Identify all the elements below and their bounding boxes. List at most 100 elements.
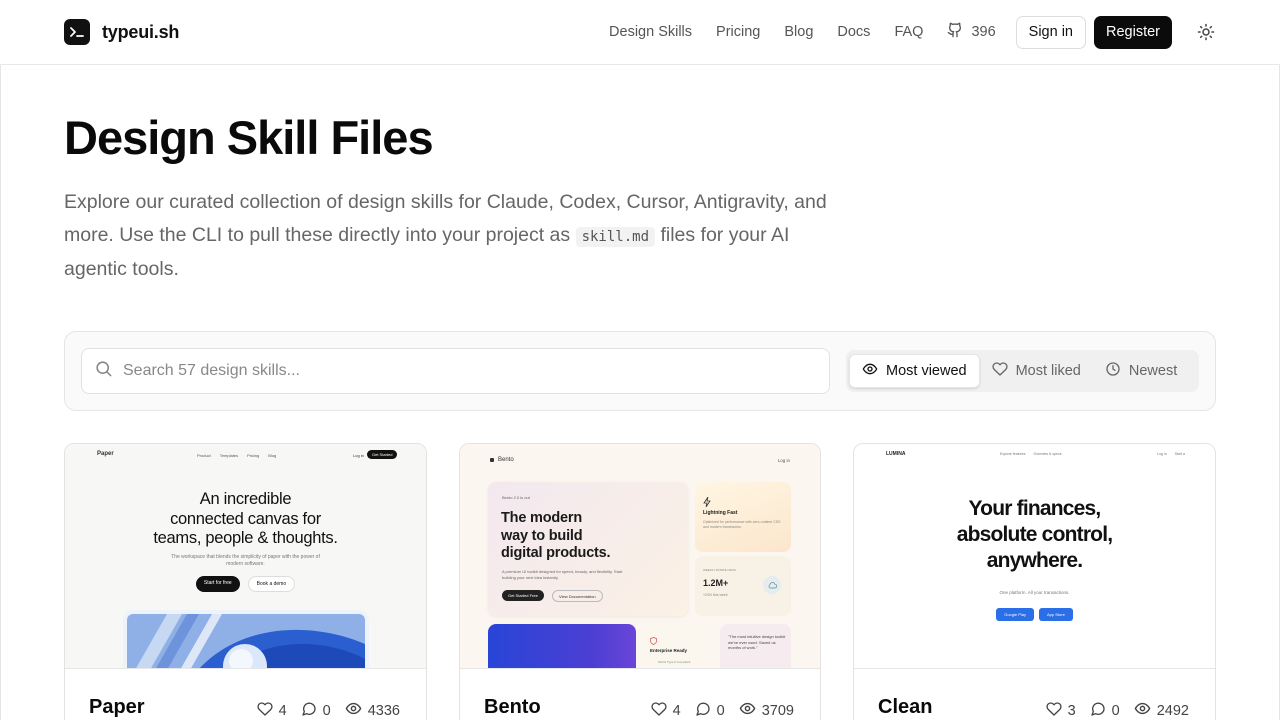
preview-subtext: One platform. All your transactions. (999, 590, 1070, 595)
heart-icon (991, 361, 1008, 381)
preview-store-button: App Store (1039, 608, 1073, 621)
preview-headline-line: connected canvas for (170, 509, 321, 528)
heart-icon (650, 701, 667, 720)
eye-icon (862, 361, 878, 381)
sort-label: Most liked (1015, 363, 1081, 379)
card-preview-image: LUMINA Explore features Overview & specs… (854, 444, 1215, 669)
search-input[interactable] (123, 362, 803, 380)
card-title: Clean (878, 696, 933, 718)
preview-link: Explore features (1000, 452, 1026, 456)
preview-headline-line: absolute control, (956, 523, 1113, 546)
search-icon (94, 359, 113, 383)
sort-toggle-group: Most viewed Most liked Newest (846, 350, 1199, 392)
card-preview-image: Paper Product Templates Pricing Blog Log… (65, 444, 426, 669)
comments-count: 0 (1111, 702, 1120, 719)
preview-link: Product (197, 453, 211, 458)
nav-docs[interactable]: Docs (837, 24, 870, 40)
sort-most-viewed[interactable]: Most viewed (849, 354, 980, 388)
sort-label: Most viewed (886, 363, 967, 379)
preview-tag: Bento 2.0 is out (502, 495, 530, 500)
preview-headline: Your finances, absolute control, anywher… (854, 496, 1215, 574)
preview-logo-text: Bento (498, 457, 514, 463)
sign-in-button[interactable]: Sign in (1015, 15, 1086, 49)
preview-headline: An incredible connected canvas for teams… (65, 490, 426, 549)
preview-link: Templates (219, 453, 239, 458)
search-box[interactable] (81, 348, 830, 394)
preview-button-primary: Start for free (195, 576, 240, 592)
preview-buttons: Start for free Book a demo (65, 576, 426, 592)
preview-login: Log in (777, 458, 790, 463)
page-title: Design Skill Files (64, 111, 434, 164)
preview-right-links: Log in Start a (1157, 452, 1185, 456)
preview-headline-line: Your finances, (968, 497, 1102, 520)
logo-link[interactable]: typeui.sh (64, 19, 179, 45)
preview-nav: Paper Product Templates Pricing Blog Log… (65, 444, 426, 468)
card-footer: Clean 3 0 2492 (854, 670, 1215, 720)
inline-code: skill.md (575, 226, 656, 247)
cloud-icon (763, 576, 781, 594)
likes-stat[interactable]: 4 (650, 701, 681, 720)
sort-most-liked[interactable]: Most liked (980, 354, 1093, 388)
comments-stat: 0 (301, 701, 331, 720)
comments-count: 0 (716, 702, 725, 719)
site-header: typeui.sh Design Skills Pricing Blog Doc… (0, 0, 1280, 65)
preview-subtext: The workspace that blends the simplicity… (65, 554, 426, 568)
preview-feature-text: Optimized for performance with zero-runt… (703, 520, 781, 529)
comments-stat: 0 (1090, 701, 1120, 720)
filter-bar: Most viewed Most liked Newest (64, 331, 1216, 411)
skill-card-bento[interactable]: Bento Log in Bento 2.0 is out The modern… (459, 443, 821, 720)
preview-link: Overview & specs (1033, 452, 1062, 456)
preview-subtext: A premium UI toolkit designed for speed,… (502, 569, 623, 580)
preview-subtext-line: The workspace that blends the simplicity… (171, 554, 320, 560)
sort-label: Newest (1128, 363, 1178, 379)
nav-faq[interactable]: FAQ (894, 24, 923, 40)
preview-link: Pricing (247, 453, 260, 458)
preview-login: Log in (353, 453, 364, 458)
preview-stat-card: WEEKLY DOWNLOADS 1.2M+ +24% this week (695, 556, 791, 616)
nav-design-skills[interactable]: Design Skills (609, 24, 692, 40)
comments-count: 0 (322, 702, 331, 719)
sort-newest[interactable]: Newest (1093, 354, 1189, 388)
github-icon (947, 22, 963, 42)
heart-icon (1045, 701, 1062, 720)
preview-logo: LUMINA (886, 451, 906, 457)
clock-icon (1105, 361, 1121, 381)
nav-pricing[interactable]: Pricing (716, 24, 760, 40)
sun-icon[interactable] (1196, 22, 1216, 42)
preview-hero-card: Bento 2.0 is out The modern way to build… (488, 482, 688, 616)
preview-blue-card (488, 624, 636, 668)
preview-artwork (127, 614, 365, 668)
page-description: Explore our curated collection of design… (64, 186, 854, 286)
logo-text: typeui.sh (102, 21, 180, 42)
heart-icon (256, 701, 273, 720)
skill-card-paper[interactable]: Paper Product Templates Pricing Blog Log… (64, 443, 427, 720)
github-link[interactable]: 396 (947, 22, 996, 42)
bento-dot-icon (490, 458, 494, 462)
preview-logo: Paper (97, 451, 114, 457)
preview-headline-line: teams, people & thoughts. (153, 529, 338, 547)
skill-card-clean[interactable]: LUMINA Explore features Overview & specs… (853, 443, 1216, 720)
preview-headline-line: The modern (501, 510, 582, 526)
card-footer: Bento 4 0 3709 (460, 670, 820, 720)
views-count: 4336 (367, 702, 400, 719)
preview-links: Product Templates Pricing Blog (197, 453, 276, 458)
preview-buttons: Google Play App Store (854, 608, 1215, 621)
github-stars-count: 396 (971, 24, 996, 40)
preview-headline-line: digital products. (501, 545, 611, 561)
preview-quote-text: "The most intuitive design toolkit we've… (728, 634, 786, 650)
likes-count: 4 (278, 702, 287, 719)
likes-stat[interactable]: 4 (256, 701, 287, 720)
nav-blog[interactable]: Blog (784, 24, 813, 40)
likes-stat[interactable]: 3 (1045, 701, 1076, 720)
register-button[interactable]: Register (1094, 15, 1172, 49)
preview-headline-line: anywhere. (986, 549, 1083, 572)
comment-icon (301, 701, 317, 720)
preview-store-button: Google Play (996, 608, 1034, 621)
preview-link: Blog (268, 453, 277, 458)
card-title: Paper (89, 696, 145, 718)
preview-button-secondary: Book a demo (247, 576, 296, 592)
preview-enterprise-title: Enterprise Ready (650, 648, 688, 653)
eye-icon (739, 700, 756, 720)
preview-button-secondary: View Documentation (552, 590, 603, 602)
card-stats: 4 0 3709 (650, 700, 794, 720)
